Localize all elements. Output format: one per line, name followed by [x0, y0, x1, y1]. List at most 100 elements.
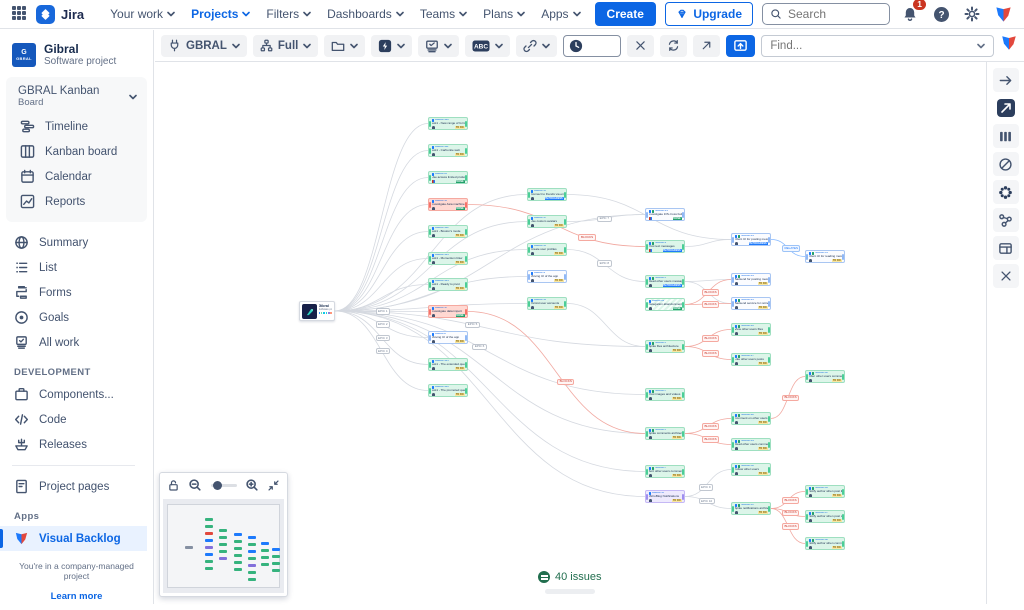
link-type-dropdown[interactable] [516, 35, 557, 57]
search-input[interactable] [788, 7, 878, 21]
notifications-button[interactable]: 1 [899, 3, 921, 25]
edge-label[interactable]: EPIC 4 [376, 348, 391, 355]
issue-card[interactable]: GBRAL-110test1 - New range of formatTO D… [428, 117, 468, 130]
time-filter-input[interactable] [563, 35, 621, 57]
sidebar-item-list[interactable]: List [0, 255, 147, 280]
create-button[interactable]: Create [595, 2, 656, 26]
issue-card[interactable]: GBRAL-4Spike files architectureTO DO [645, 340, 685, 353]
sidebar-item-releases[interactable]: Releases [0, 432, 147, 457]
issue-card[interactable]: GBRAL-36Notify author when post likedTO … [805, 485, 845, 498]
sidebar-item-reports[interactable]: Reports [6, 189, 147, 214]
issue-card[interactable]: GBRAL-3Read other users messagesIN PROGR… [645, 275, 685, 288]
edge-label[interactable]: BLOCKS [702, 289, 719, 296]
status-filter-dropdown[interactable] [418, 35, 459, 57]
nav-teams[interactable]: Teams [412, 2, 475, 26]
nav-your-work[interactable]: Your work [102, 2, 183, 26]
edge-label[interactable]: BLOCKS [782, 523, 799, 530]
issue-card[interactable]: GBRAL-8Moving UI of the appTO DO [428, 331, 468, 344]
issue-card[interactable]: GBRAL-6Spike comments architectureTO DO [645, 427, 685, 440]
minimap-viewport[interactable] [163, 499, 284, 593]
user-avatar[interactable] [992, 3, 1014, 25]
horizontal-scrollbar[interactable] [545, 589, 595, 594]
learn-more-link[interactable]: Learn more [0, 583, 153, 610]
edge-label[interactable]: EPIC 9 [699, 484, 714, 491]
issue-card[interactable]: GBRAL-24Backend for posting messagesTO D… [731, 273, 771, 286]
sidebar-item-project-pages[interactable]: Project pages [0, 474, 147, 499]
board-switcher[interactable]: GBRAL Kanban Board [6, 83, 147, 114]
clear-filters-button[interactable] [627, 35, 654, 57]
close-rail-button[interactable] [993, 264, 1019, 288]
issue-card[interactable]: GBRAL-35Investigate data importDONE [428, 305, 468, 318]
edge-label[interactable]: BLOCKS [782, 510, 799, 517]
time-value-input[interactable] [587, 40, 615, 52]
edge-label[interactable]: BLOCKS [557, 379, 574, 386]
sidebar-item-forms[interactable]: Forms [0, 280, 147, 305]
upgrade-button[interactable]: Upgrade [665, 2, 753, 26]
edge-label[interactable]: EPIC 3 [376, 335, 391, 342]
edge-label[interactable]: EPIC 10 [699, 498, 715, 505]
edge-label[interactable]: BLOCKS [702, 423, 719, 430]
sidebar-item-components[interactable]: Components... [0, 382, 147, 407]
edge-label[interactable]: EPIC 8 [597, 260, 612, 267]
settings-button[interactable] [961, 3, 983, 25]
share-button[interactable] [693, 35, 720, 57]
sidebar-item-all-work[interactable]: All work [0, 330, 147, 355]
zoom-in-button[interactable] [245, 478, 259, 492]
nav-dashboards[interactable]: Dashboards [319, 2, 412, 26]
issue-card[interactable]: GBRAL-16Connect to friends via emailIN P… [527, 188, 567, 201]
edge-label[interactable]: BLOCKS [782, 395, 799, 402]
nav-plans[interactable]: Plans [475, 2, 533, 26]
layout-panel-button[interactable] [993, 236, 1019, 260]
issue-card[interactable]: GBRAL-25Backend service for retrievingTO… [731, 297, 771, 310]
issue-card[interactable]: GBRAL-114test1 - Ready to pivotTO DO [428, 278, 468, 291]
issue-card[interactable]: GBRAL-29Read other users commentsTO DO [731, 438, 771, 451]
issue-card[interactable]: GBRAL-20Use access limited professionalD… [428, 171, 468, 184]
edge-label[interactable]: BLOCKS [702, 301, 719, 308]
issue-card[interactable]: GBRAL-26View other users filesTO DO [731, 323, 771, 336]
issue-card[interactable]: GBRAL-5Post images and videosTO DO [645, 388, 685, 401]
issue-card[interactable]: GBRAL-21Investigate iOS cross builderDON… [645, 208, 685, 221]
edge-label[interactable]: EPIC 7 [597, 216, 612, 223]
edge-label[interactable]: EPIC 5 [465, 322, 480, 329]
nav-projects[interactable]: Projects [183, 2, 258, 26]
group-filter-dropdown[interactable] [324, 35, 365, 57]
app-switcher-icon[interactable] [12, 6, 28, 22]
issue-card[interactable]: GBRAL-113test1 - Momentum b&wTO DO [428, 252, 468, 265]
issue-card[interactable]: GBRAL-112test1 - Boston's modeTO DO [428, 225, 468, 238]
global-search[interactable] [762, 3, 890, 25]
edge-label[interactable]: EPIC 1 [376, 308, 391, 315]
zoom-slider-knob[interactable] [213, 481, 222, 490]
issue-card[interactable]: GBRAL-37Notify author when post com..TO … [805, 510, 845, 523]
sidebar-item-goals[interactable]: Goals [0, 305, 147, 330]
issue-card[interactable]: GBRAL-18Create user profilesTO DO [527, 243, 567, 256]
nav-filters[interactable]: Filters [258, 2, 319, 26]
settings-flower-button[interactable] [993, 180, 1019, 204]
issue-card[interactable]: GBRAL-38Notify author when comment..TO D… [805, 537, 845, 550]
sidebar-item-timeline[interactable]: Timeline [6, 114, 147, 139]
issue-card[interactable]: GBRAL-11Spike notifications architecture… [731, 502, 771, 515]
lock-button[interactable] [167, 479, 180, 492]
card-view-button[interactable] [726, 35, 755, 57]
expand-view-button[interactable] [993, 96, 1019, 120]
refresh-button[interactable] [660, 35, 687, 57]
edge-label[interactable]: BLOCKS [578, 234, 595, 241]
columns-view-button[interactable] [993, 124, 1019, 148]
priority-filter-dropdown[interactable] [371, 35, 412, 57]
issue-card[interactable]: GBRAL-111test1 - Carbonite webTO DO [428, 144, 468, 157]
zoom-out-button[interactable] [188, 478, 202, 492]
issue-card[interactable]: GBRAL-32Filter other users commentsTO DO [805, 370, 845, 383]
hide-blocked-button[interactable] [993, 152, 1019, 176]
jira-logo-icon[interactable] [36, 5, 55, 24]
edge-label[interactable]: BLOCKS [782, 497, 799, 504]
root-project-card[interactable]: GibralSoftware project [299, 301, 335, 321]
find-input[interactable] [770, 40, 977, 52]
issue-card[interactable]: GBRAL-2Post text messagesIN PROGRESS [645, 240, 685, 253]
edge-label[interactable]: EPIC 2 [376, 321, 391, 328]
issue-card[interactable]: GBRAL-22Delegation abandonmentDONE [645, 298, 685, 311]
edge-label[interactable]: BLOCKS [702, 436, 719, 443]
nav-apps[interactable]: Apps [533, 2, 588, 26]
issue-card[interactable]: GBRAL-116test1 - The promoted queryTO DO [428, 384, 468, 397]
fit-view-button[interactable] [267, 479, 280, 492]
issue-card[interactable]: GBRAL-9Moving UI of the appTO DO [527, 270, 567, 283]
find-issue-box[interactable] [761, 35, 994, 57]
